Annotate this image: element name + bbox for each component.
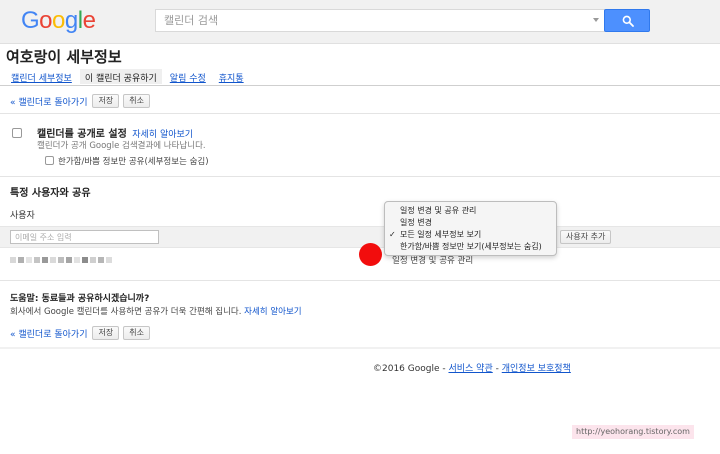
cancel-button-bottom[interactable]: 취소 [123, 326, 150, 340]
tab-edit-notifications[interactable]: 알림 수정 [165, 69, 211, 84]
logo-letter: o [52, 7, 65, 34]
menu-item-free-busy-only[interactable]: 한가함/바쁨 정보만 보기(세부정보는 숨김) [385, 241, 556, 253]
email-input[interactable] [10, 230, 159, 244]
footer-separator: - [492, 364, 502, 374]
add-person-button[interactable]: 사용자 추가 [560, 230, 612, 244]
watermark: http://yeohorang.tistory.com [572, 425, 694, 439]
logo-letter: o [39, 7, 53, 34]
search-button[interactable] [604, 9, 650, 32]
top-action-row: « 캘린더로 돌아가기 저장 취소 [10, 93, 154, 109]
search-box[interactable] [155, 9, 605, 32]
user-column-header: 사용자 [10, 211, 35, 221]
footer: ©2016 Google - 서비스 약관 - 개인정보 보호정책 [373, 361, 571, 374]
tab-bar: 캘린더 세부정보 이 캘린더 공유하기 알림 수정 휴지통 [6, 69, 252, 85]
search-input[interactable] [156, 10, 576, 31]
bottom-action-row: « 캘린더로 돌아가기 저장 취소 [10, 325, 154, 341]
back-to-calendar-link[interactable]: « 캘린더로 돌아가기 [10, 95, 87, 108]
privacy-link[interactable]: 개인정보 보호정책 [502, 364, 571, 374]
save-button[interactable]: 저장 [92, 94, 120, 108]
footer-divider [0, 347, 720, 349]
help-description: 회사에서 Google 캘린더를 사용하면 공유가 더욱 간편해 집니다. 자세… [10, 305, 302, 317]
logo-letter: G [21, 7, 40, 34]
logo-letter: g [64, 7, 78, 34]
menu-item-manage-sharing[interactable]: 일정 변경 및 공유 관리 [385, 205, 556, 217]
top-bar: Google [0, 0, 720, 44]
tab-divider [0, 85, 720, 86]
chevron-down-icon[interactable] [593, 18, 599, 22]
check-icon: ✓ [389, 230, 396, 239]
help-description-text: 회사에서 Google 캘린더를 사용하면 공유가 더욱 간편해 집니다. [10, 307, 242, 317]
logo-letter: e [82, 7, 96, 34]
red-dot-marker [359, 243, 382, 266]
free-busy-only-label: 한가함/바쁨 정보만 공유(세부정보는 숨김) [58, 157, 209, 167]
tab-share-calendar[interactable]: 이 캘린더 공유하기 [79, 69, 162, 84]
help-learn-more-link[interactable]: 자세히 알아보기 [244, 307, 301, 317]
help-title: 도움말: 동료들과 공유하시겠습니까? [10, 294, 150, 304]
cancel-button[interactable]: 취소 [123, 94, 150, 108]
make-public-description: 캘린더가 공개 Google 검색결과에 나타납니다. [37, 141, 206, 151]
back-to-calendar-link-bottom[interactable]: « 캘린더로 돌아가기 [10, 327, 87, 340]
menu-item-make-changes[interactable]: 일정 변경 [385, 217, 556, 229]
save-button-bottom[interactable]: 저장 [92, 326, 120, 340]
menu-item-see-all-details[interactable]: ✓ 모든 일정 세부정보 보기 [385, 229, 556, 241]
copyright-text: ©2016 Google - [373, 364, 449, 374]
free-busy-only-checkbox[interactable] [45, 156, 54, 165]
divider [0, 280, 720, 281]
divider [0, 113, 720, 114]
share-section-title: 특정 사용자와 공유 [10, 188, 91, 199]
terms-link[interactable]: 서비스 약관 [448, 364, 492, 374]
make-public-title: 캘린더를 공개로 설정 자세히 알아보기 [37, 125, 193, 140]
tab-calendar-details[interactable]: 캘린더 세부정보 [6, 69, 77, 84]
google-logo[interactable]: Google [21, 7, 96, 35]
redacted-user-email [10, 257, 114, 263]
make-public-checkbox[interactable] [12, 128, 22, 138]
search-icon [622, 15, 634, 27]
divider [0, 176, 720, 177]
page-title: 여호랑이 세부정보 [6, 48, 122, 66]
tab-trash[interactable]: 휴지통 [214, 69, 249, 84]
permission-dropdown-menu: 일정 변경 및 공유 관리 일정 변경 ✓ 모든 일정 세부정보 보기 한가함/바… [384, 201, 557, 256]
